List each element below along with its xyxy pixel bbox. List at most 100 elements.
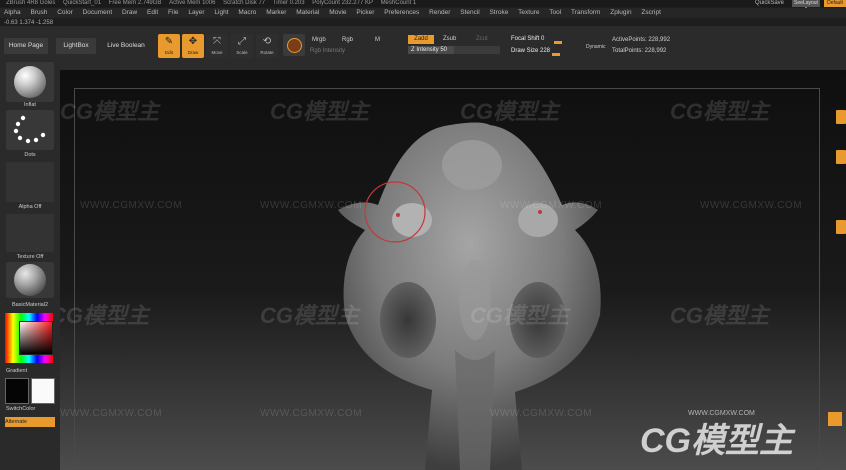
title-bar: ZBrush 4R8 Goles QuickStart_01 Free Mem …: [0, 0, 846, 7]
stroke-selector[interactable]: [6, 110, 54, 150]
watermark-logo: CG模型主: [670, 303, 770, 328]
menu-stroke[interactable]: Stroke: [490, 9, 509, 16]
color-picker[interactable]: [5, 313, 53, 363]
gradient-button[interactable]: Gradient: [6, 368, 27, 374]
lightbox-button[interactable]: LightBox: [56, 38, 96, 54]
material-swatch-icon: [287, 38, 302, 53]
material-selector[interactable]: [6, 262, 54, 298]
title-polycount: PolyCount 232.277 KP: [312, 0, 373, 6]
right-shelf-button[interactable]: [836, 110, 846, 124]
zadd-button[interactable]: Zadd: [408, 35, 434, 44]
total-points-readout: TotalPoints: 228,992: [612, 48, 667, 54]
watermark-logo-corner: CG模型主: [640, 422, 793, 460]
color-picker-square[interactable]: [19, 321, 53, 355]
switch-color-button[interactable]: SwitchColor: [6, 406, 35, 412]
menu-edit[interactable]: Edit: [147, 9, 158, 16]
menu-stencil[interactable]: Stencil: [460, 9, 480, 16]
material-sphere-icon: [14, 264, 46, 296]
rgb-button[interactable]: Rgb: [342, 37, 353, 43]
title-timer: Timer 0.203: [272, 0, 305, 6]
title-project: QuickStart_01: [63, 0, 102, 6]
dynamic-button[interactable]: Dynamic: [586, 44, 605, 50]
menu-tool[interactable]: Tool: [549, 9, 561, 16]
inflate-brush-icon: [14, 66, 46, 98]
draw-tool-label: Draw: [187, 50, 199, 55]
edit-tool-button[interactable]: ✎ Edit: [158, 34, 180, 58]
default-layout-button[interactable]: Default: [824, 0, 846, 7]
move-tool-button[interactable]: ⤧ Move: [206, 34, 228, 58]
mrgb-button[interactable]: Mrgb: [312, 37, 326, 43]
zsub-button[interactable]: Zsub: [443, 36, 456, 42]
menu-render[interactable]: Render: [429, 9, 450, 16]
alpha-label: Alpha Off: [18, 204, 42, 210]
live-boolean-button[interactable]: Live Boolean: [102, 38, 150, 54]
menu-bar: Alpha Brush Color Document Draw Edit Fil…: [0, 8, 846, 18]
layout-select[interactable]: SeeLayout 0: [792, 0, 820, 13]
menu-brush[interactable]: Brush: [30, 9, 47, 16]
rgb-intensity-slider[interactable]: Rgb Intensity: [310, 48, 345, 54]
menu-texture[interactable]: Texture: [518, 9, 539, 16]
menu-color[interactable]: Color: [57, 9, 73, 16]
watermark-logo: CG模型主: [670, 99, 770, 124]
menu-alpha[interactable]: Alpha: [4, 9, 21, 16]
secondary-color-swatch[interactable]: [31, 378, 55, 404]
z-intensity-slider[interactable]: Z Intensity 50: [408, 46, 500, 54]
right-shelf-button[interactable]: [836, 150, 846, 164]
menu-transform[interactable]: Transform: [571, 9, 600, 16]
quicksave-button[interactable]: QuickSave: [755, 0, 784, 7]
menu-marker[interactable]: Marker: [266, 9, 286, 16]
edit-tool-label: Edit: [165, 50, 173, 55]
stroke-label: Dots: [24, 152, 36, 158]
focal-shift-handle[interactable]: [554, 41, 562, 44]
active-points-readout: ActivePoints: 228,992: [612, 37, 671, 43]
move-icon: ⤧: [213, 36, 221, 47]
right-shelf-button[interactable]: [828, 412, 842, 426]
material-swatch-button[interactable]: [283, 34, 305, 56]
title-free-mem: Free Mem 2.749GB: [108, 0, 162, 6]
main-color-swatch[interactable]: [5, 378, 29, 404]
watermark-url: WWW.CGMXW.COM: [500, 200, 603, 211]
focal-shift-label: Focal Shift 0: [511, 36, 545, 42]
menu-file[interactable]: File: [168, 9, 178, 16]
home-page-button[interactable]: Home Page: [4, 38, 48, 54]
watermark-logo: CG模型主: [60, 303, 150, 328]
scale-icon: ⤢: [238, 36, 246, 47]
watermark-url: WWW.CGMXW.COM: [260, 200, 363, 211]
menu-zscript[interactable]: Zscript: [641, 9, 661, 16]
watermark-url: WWW.CGMXW.COM: [260, 408, 363, 419]
watermark-url: WWW.CGMXW.COM: [490, 408, 593, 419]
draw-size-handle[interactable]: [552, 53, 560, 56]
menu-movie[interactable]: Movie: [329, 9, 346, 16]
rotate-icon: ⟲: [262, 36, 272, 47]
menu-preferences[interactable]: Preferences: [384, 9, 419, 16]
rotate-tool-button[interactable]: ⟲ Rotate: [256, 34, 278, 58]
menu-picker[interactable]: Picker: [356, 9, 374, 16]
m-button[interactable]: M: [375, 37, 380, 43]
menu-zplugin[interactable]: Zplugin: [610, 9, 631, 16]
brush-selector[interactable]: [6, 62, 54, 102]
menu-document[interactable]: Document: [83, 9, 113, 16]
canvas-viewport[interactable]: CG模型主 CG模型主 CG模型主 CG模型主 WWW.CGMXW.COM WW…: [60, 70, 846, 470]
draw-size-label: Draw Size 228: [511, 48, 551, 54]
alpha-selector[interactable]: [6, 162, 54, 202]
title-meshcount: MeshCount 1: [380, 0, 417, 6]
menu-light[interactable]: Light: [214, 9, 228, 16]
menu-macro[interactable]: Macro: [238, 9, 256, 16]
menu-layer[interactable]: Layer: [188, 9, 204, 16]
menu-draw[interactable]: Draw: [122, 9, 137, 16]
right-shelf-button[interactable]: [836, 220, 846, 234]
draw-size-slider[interactable]: Draw Size 228: [508, 47, 584, 55]
zcut-button[interactable]: Zcut: [476, 36, 488, 42]
title-scratch-disk: Scratch Disk 77: [223, 0, 266, 6]
material-label: BasicMaterial2: [11, 302, 49, 308]
watermark-url: WWW.CGMXW.COM: [60, 408, 163, 419]
watermark-logo: CG模型主: [60, 99, 160, 124]
texture-selector[interactable]: [6, 214, 54, 252]
alternate-button[interactable]: Alternate: [5, 417, 55, 427]
watermark-logo: CG模型主: [270, 99, 370, 124]
focal-shift-slider[interactable]: Focal Shift 0: [508, 35, 584, 43]
draw-tool-button[interactable]: ✥ Draw: [182, 34, 204, 58]
watermark-url: WWW.CGMXW.COM: [80, 200, 183, 211]
menu-material[interactable]: Material: [296, 9, 319, 16]
scale-tool-button[interactable]: ⤢ Scale: [231, 34, 253, 58]
